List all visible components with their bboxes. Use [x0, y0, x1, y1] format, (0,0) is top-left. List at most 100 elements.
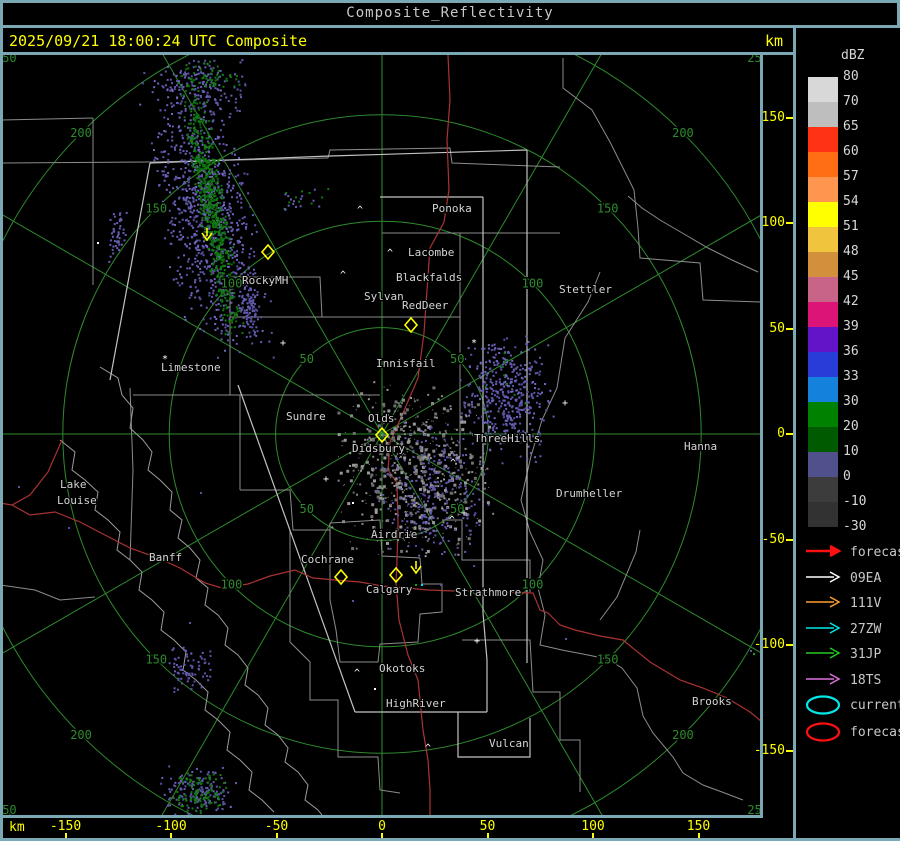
dbz-scale-title: dBZ [841, 48, 865, 63]
svg-text:100: 100 [221, 277, 243, 291]
city-label: Louise [57, 494, 97, 507]
colorbar-swatch [808, 152, 838, 177]
right-axis-label: 0 [777, 426, 785, 441]
colorbar-swatch [808, 302, 838, 327]
city-label: Limestone [161, 361, 221, 374]
ellipse-label: forecast [850, 725, 900, 740]
colorbar-level-label: 36 [843, 344, 859, 359]
colorbar-level-label: 70 [843, 94, 859, 109]
colorbar-swatch [808, 252, 838, 277]
city-label: Vulcan [489, 737, 529, 750]
radar-app-window: { "title_bar": {"title": "Composite_Refl… [0, 0, 900, 841]
colorbar-swatch [808, 402, 838, 427]
caret-symbol-icon: ^ [449, 515, 455, 526]
plus-symbol-icon: + [461, 508, 467, 519]
city-label: Banff [149, 551, 182, 564]
colorbar-swatch [808, 352, 838, 377]
colorbar-level-label: 48 [843, 244, 859, 259]
svg-text:150: 150 [145, 653, 167, 667]
caret-symbol-icon: ^ [357, 205, 363, 216]
asterisk-symbol-icon: * [162, 354, 168, 365]
frame-line [0, 0, 3, 841]
track-arrow-icon [806, 570, 841, 583]
bottom-axis-label: 50 [479, 819, 496, 834]
asterisk-symbol-icon: * [471, 338, 477, 349]
city-label: Blackfalds [396, 271, 462, 284]
caret-symbol-icon: ^ [425, 743, 431, 754]
colorbar-level-label: 42 [843, 294, 859, 309]
bottom-axis-label: -50 [264, 819, 289, 834]
right-axis: 150 100 50 0 -50 -100 -150 [754, 55, 795, 815]
frame-line [0, 815, 763, 818]
svg-text:200: 200 [672, 126, 694, 140]
colorbar-level-label: -30 [843, 519, 867, 534]
right-axis-label: -150 [753, 742, 785, 758]
plus-symbol-icon: + [562, 398, 568, 409]
city-label: Sundre [286, 410, 326, 423]
colorbar-level-label: 30 [843, 394, 859, 409]
ellipse-icon [805, 722, 841, 742]
caret-symbol-icon: ^ [354, 668, 360, 679]
svg-text:50: 50 [300, 352, 314, 366]
svg-text:100: 100 [221, 577, 243, 591]
city-label: ThreeHills [474, 432, 540, 445]
colorbar-swatch [808, 427, 838, 452]
city-label: Olds [368, 412, 395, 425]
frame-line [760, 52, 763, 817]
colorbar-level-label: 60 [843, 144, 859, 159]
colorbar-level-label: 80 [843, 69, 859, 84]
colorbar-swatch [808, 77, 838, 102]
city-label: Hanna [684, 440, 717, 453]
colorbar-swatch [808, 452, 838, 477]
radar-map-canvas[interactable]: 5010015020025050100150200250501001502002… [0, 0, 763, 817]
colorbar-level-label: 10 [843, 444, 859, 459]
bottom-axis-label: 150 [686, 819, 711, 834]
caret-symbol-icon: ^ [340, 270, 346, 281]
colorbar-swatch [808, 277, 838, 302]
city-label: HighRiver [386, 697, 446, 710]
track-label: 18TS [850, 672, 882, 688]
colorbar-level-label: 39 [843, 319, 859, 334]
city-label: Sylvan [364, 290, 404, 303]
city-label: Innisfail [376, 357, 436, 370]
city-label: Strathmore [455, 586, 521, 599]
right-axis-label: 50 [769, 320, 785, 336]
sidebar: dBZ 80 70 65 60 57 54 51 48 45 42 39 36 33 30 20 10 0 -10… [796, 27, 900, 841]
city-label: Okotoks [379, 662, 425, 675]
svg-text:150: 150 [145, 201, 167, 215]
svg-text:200: 200 [70, 728, 92, 742]
svg-text:150: 150 [597, 201, 619, 215]
city-label: RedDeer [402, 299, 449, 312]
colorbar-swatch [808, 502, 838, 527]
track-arrow-icon [806, 596, 841, 608]
plus-symbol-icon: + [280, 338, 286, 349]
dot-symbol-icon [374, 688, 376, 690]
colorbar-swatch [808, 327, 838, 352]
colorbar-level-label: 45 [843, 269, 859, 284]
city-label: Stettler [559, 283, 612, 296]
city-label: Drumheller [556, 487, 623, 500]
right-axis-label: -50 [761, 531, 785, 547]
track-label: 27ZW [850, 621, 882, 637]
svg-text:50: 50 [300, 502, 314, 516]
city-label: Brooks [692, 695, 732, 708]
km-unit-label: km [764, 32, 783, 50]
colorbar-level-label: 65 [843, 119, 859, 134]
track-label: 09EA [850, 570, 882, 586]
frame-line [0, 52, 793, 55]
svg-text:100: 100 [522, 577, 544, 591]
city-label: Airdrie [371, 528, 417, 541]
colorbar-swatch [808, 127, 838, 152]
colorbar-swatch [808, 477, 838, 502]
colorbar-swatch [808, 377, 838, 402]
plus-symbol-icon: + [323, 474, 329, 485]
plus-symbol-icon: + [474, 636, 480, 647]
bottom-axis-label: -150 [49, 819, 82, 834]
colorbar-level-label: 33 [843, 369, 859, 384]
city-label: RockyMH [242, 274, 288, 287]
frame-line [0, 0, 900, 3]
colorbar-level-label: 51 [843, 219, 859, 234]
colorbar-level-label: 57 [843, 169, 859, 184]
frame-line [793, 27, 796, 841]
right-axis-label: 100 [761, 215, 785, 230]
